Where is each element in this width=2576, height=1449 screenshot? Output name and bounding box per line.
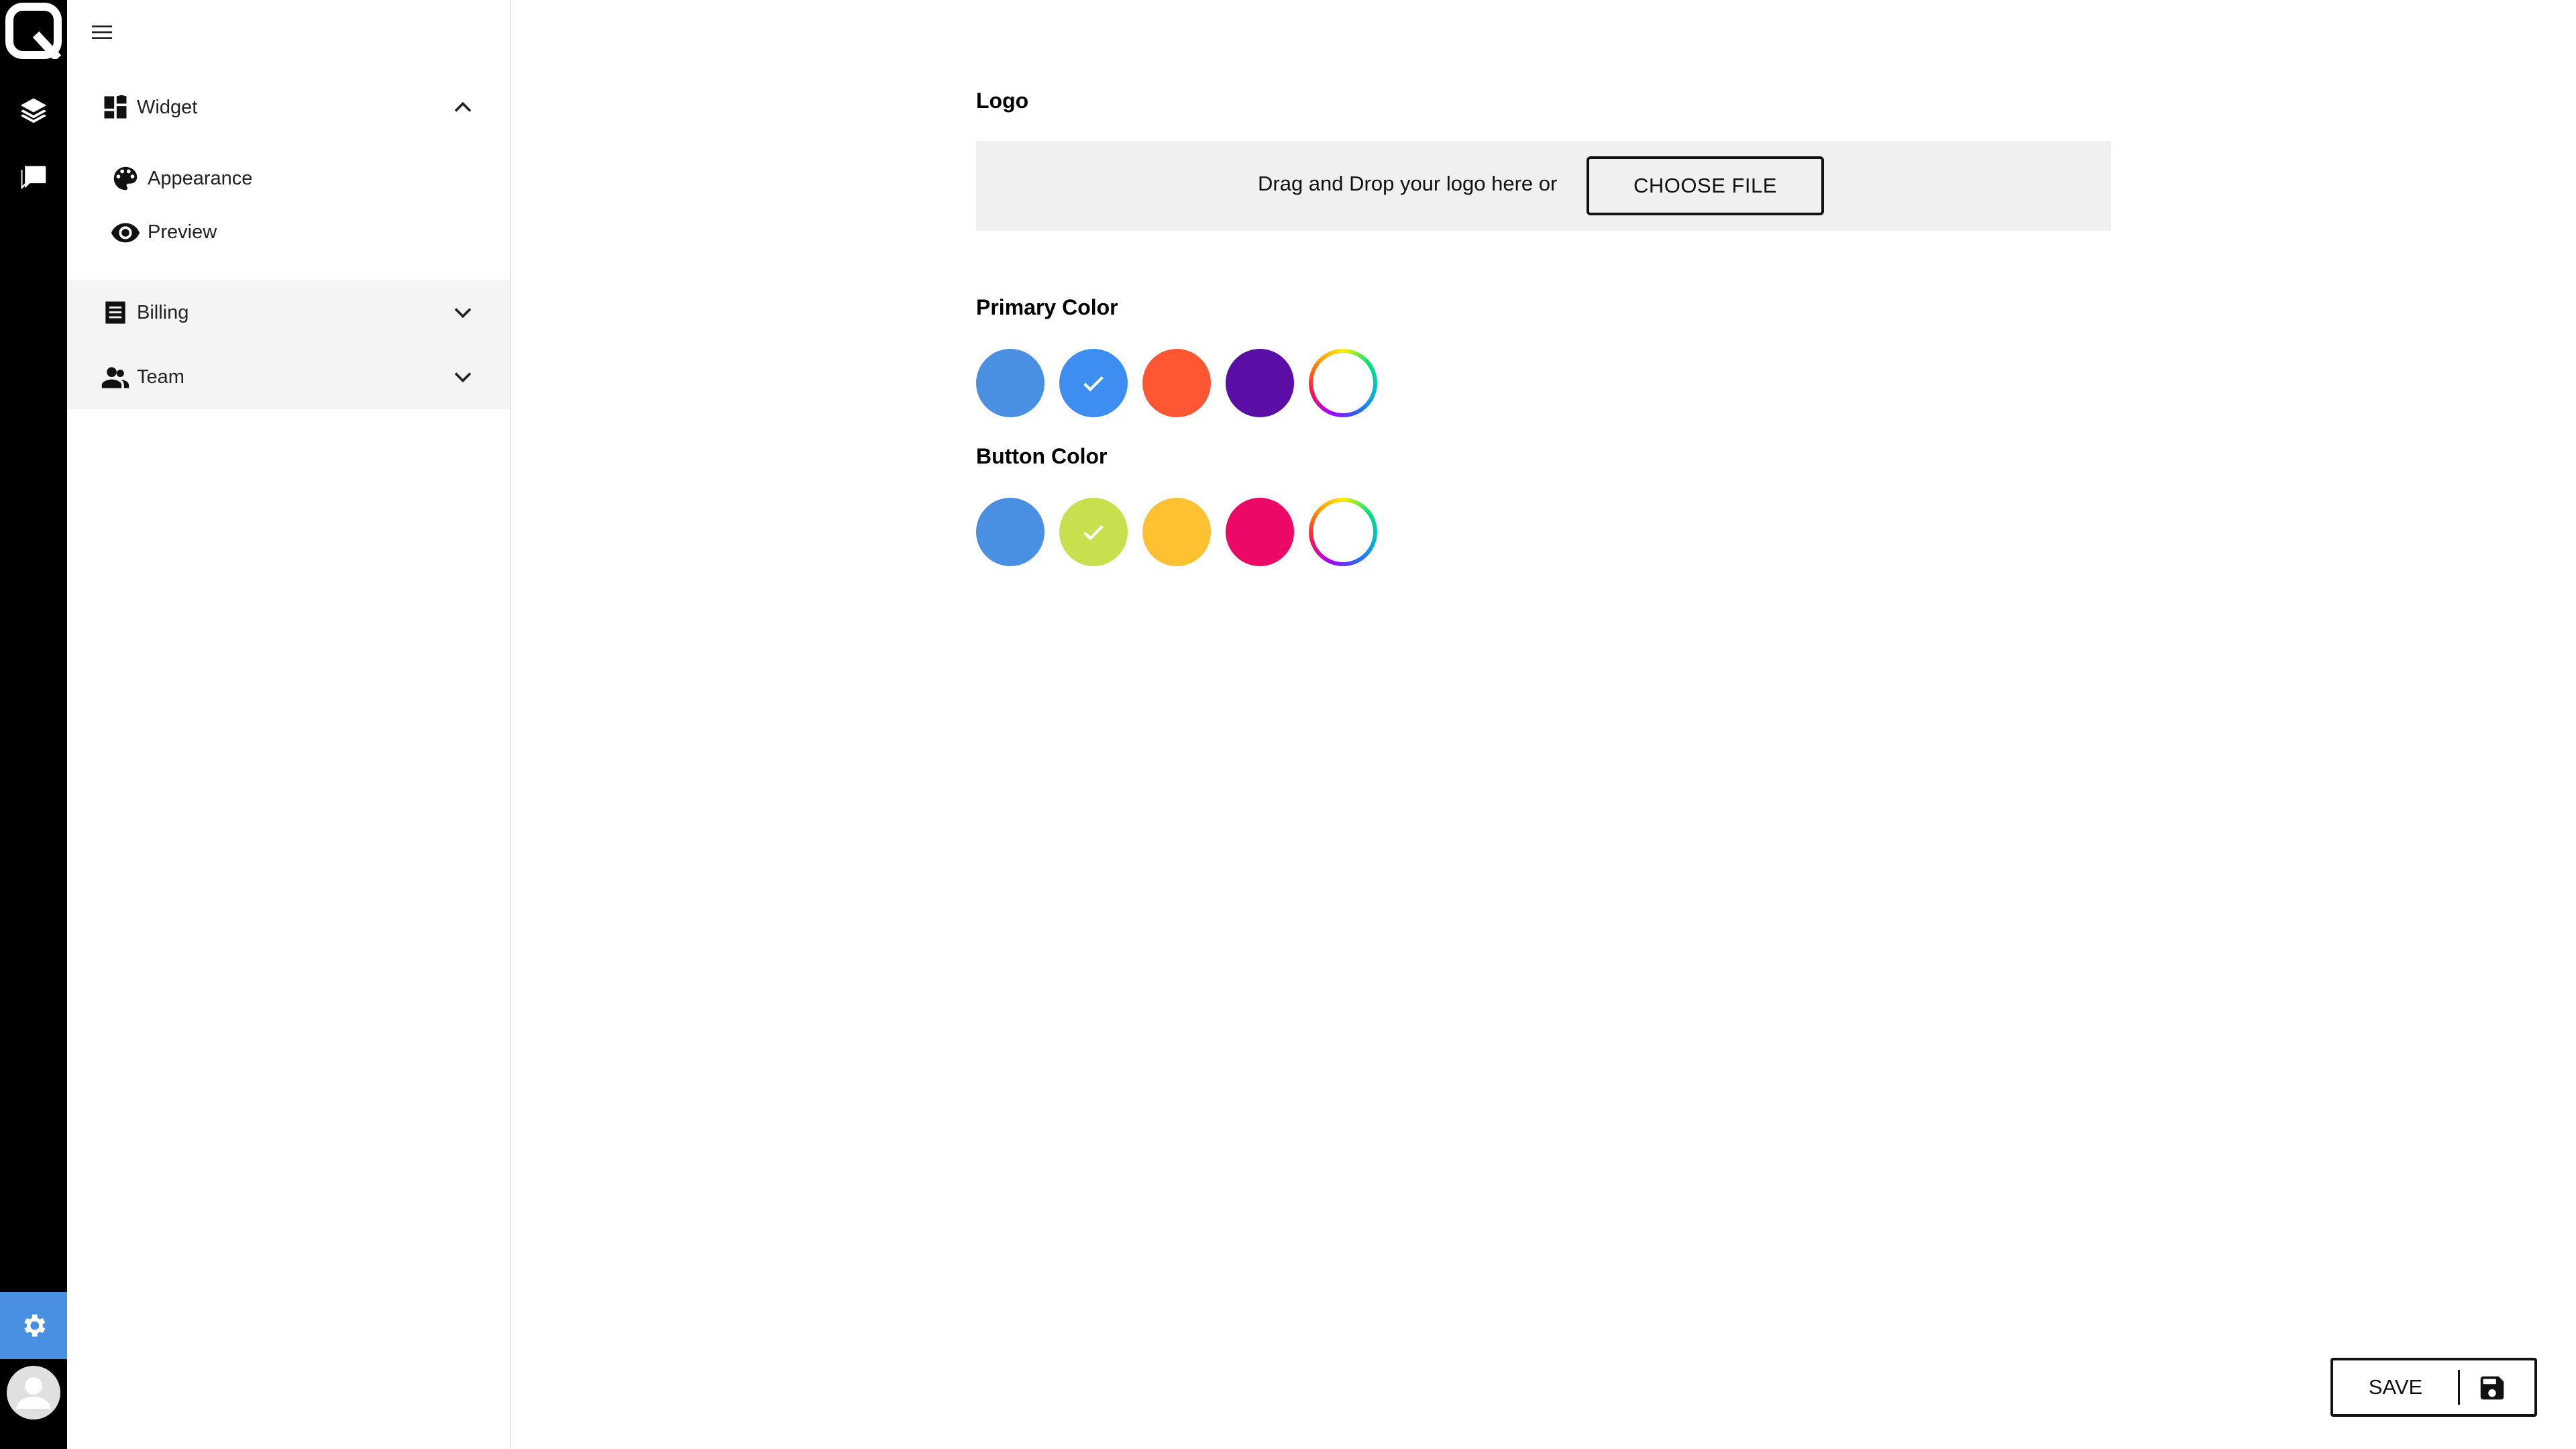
- eye-icon: [111, 223, 140, 243]
- button-swatch-2[interactable]: [1059, 498, 1128, 566]
- app-logo[interactable]: [5, 3, 62, 59]
- logo-section-title: Logo: [976, 89, 1029, 113]
- primary-swatch-3[interactable]: [1142, 349, 1211, 417]
- chevron-up-icon[interactable]: [448, 93, 478, 122]
- primary-color-title: Primary Color: [976, 295, 1118, 319]
- primary-swatch-4[interactable]: [1226, 349, 1294, 417]
- button-custom-color[interactable]: [1309, 498, 1377, 566]
- palette-icon: [113, 166, 138, 191]
- button-color-title: Button Color: [976, 444, 1108, 468]
- sidebar-item-appearance[interactable]: Appearance: [67, 152, 510, 205]
- primary-swatch-1[interactable]: [976, 349, 1044, 417]
- chat-icon[interactable]: [0, 144, 67, 211]
- sidebar-item-label: Appearance: [148, 167, 253, 189]
- sidebar-group-widget[interactable]: Widget: [67, 75, 510, 140]
- save-divider: [2458, 1370, 2460, 1405]
- main-content: Logo Drag and Drop your logo here or CHO…: [511, 0, 2576, 1449]
- dropzone-text: Drag and Drop your logo here or: [1258, 172, 1558, 195]
- primary-swatch-2[interactable]: [1059, 349, 1128, 417]
- button-swatch-4[interactable]: [1226, 498, 1294, 566]
- app: Widget Appearance Preview Billing Team L…: [0, 0, 2576, 1449]
- sidebar-group-team[interactable]: Team: [67, 345, 510, 409]
- sidebar-group-label: Widget: [137, 96, 198, 118]
- button-swatch-3[interactable]: [1142, 498, 1211, 566]
- check-icon: [1083, 376, 1104, 392]
- check-icon: [1083, 525, 1104, 541]
- save-label: SAVE: [2368, 1375, 2423, 1399]
- nav-rail: [0, 0, 67, 1449]
- people-icon: [101, 367, 129, 388]
- logo-dropzone[interactable]: Drag and Drop your logo here or CHOOSE F…: [976, 141, 2111, 231]
- sidebar: Widget Appearance Preview Billing Team: [67, 0, 511, 1449]
- sidebar-group-label: Team: [137, 366, 184, 388]
- save-button[interactable]: SAVE: [2330, 1358, 2537, 1417]
- sidebar-item-label: Preview: [148, 221, 217, 243]
- floppy-disk-icon: [2480, 1376, 2504, 1400]
- chevron-down-icon[interactable]: [448, 298, 478, 327]
- sidebar-group-billing[interactable]: Billing: [67, 280, 510, 345]
- choose-file-button[interactable]: CHOOSE FILE: [1587, 156, 1824, 215]
- custom-color-inner: [1313, 502, 1373, 562]
- layers-icon[interactable]: [0, 76, 67, 144]
- menu-icon[interactable]: [86, 16, 118, 48]
- primary-custom-color[interactable]: [1309, 349, 1377, 417]
- custom-color-inner: [1313, 353, 1373, 413]
- sidebar-item-preview[interactable]: Preview: [67, 205, 510, 259]
- dashboard-icon: [104, 95, 127, 119]
- chevron-down-icon[interactable]: [448, 362, 478, 392]
- receipt-icon: [105, 301, 125, 324]
- avatar[interactable]: [7, 1366, 60, 1419]
- sidebar-group-label: Billing: [137, 301, 189, 323]
- gear-icon[interactable]: [0, 1292, 67, 1359]
- button-swatch-1[interactable]: [976, 498, 1044, 566]
- person-icon: [16, 1377, 51, 1409]
